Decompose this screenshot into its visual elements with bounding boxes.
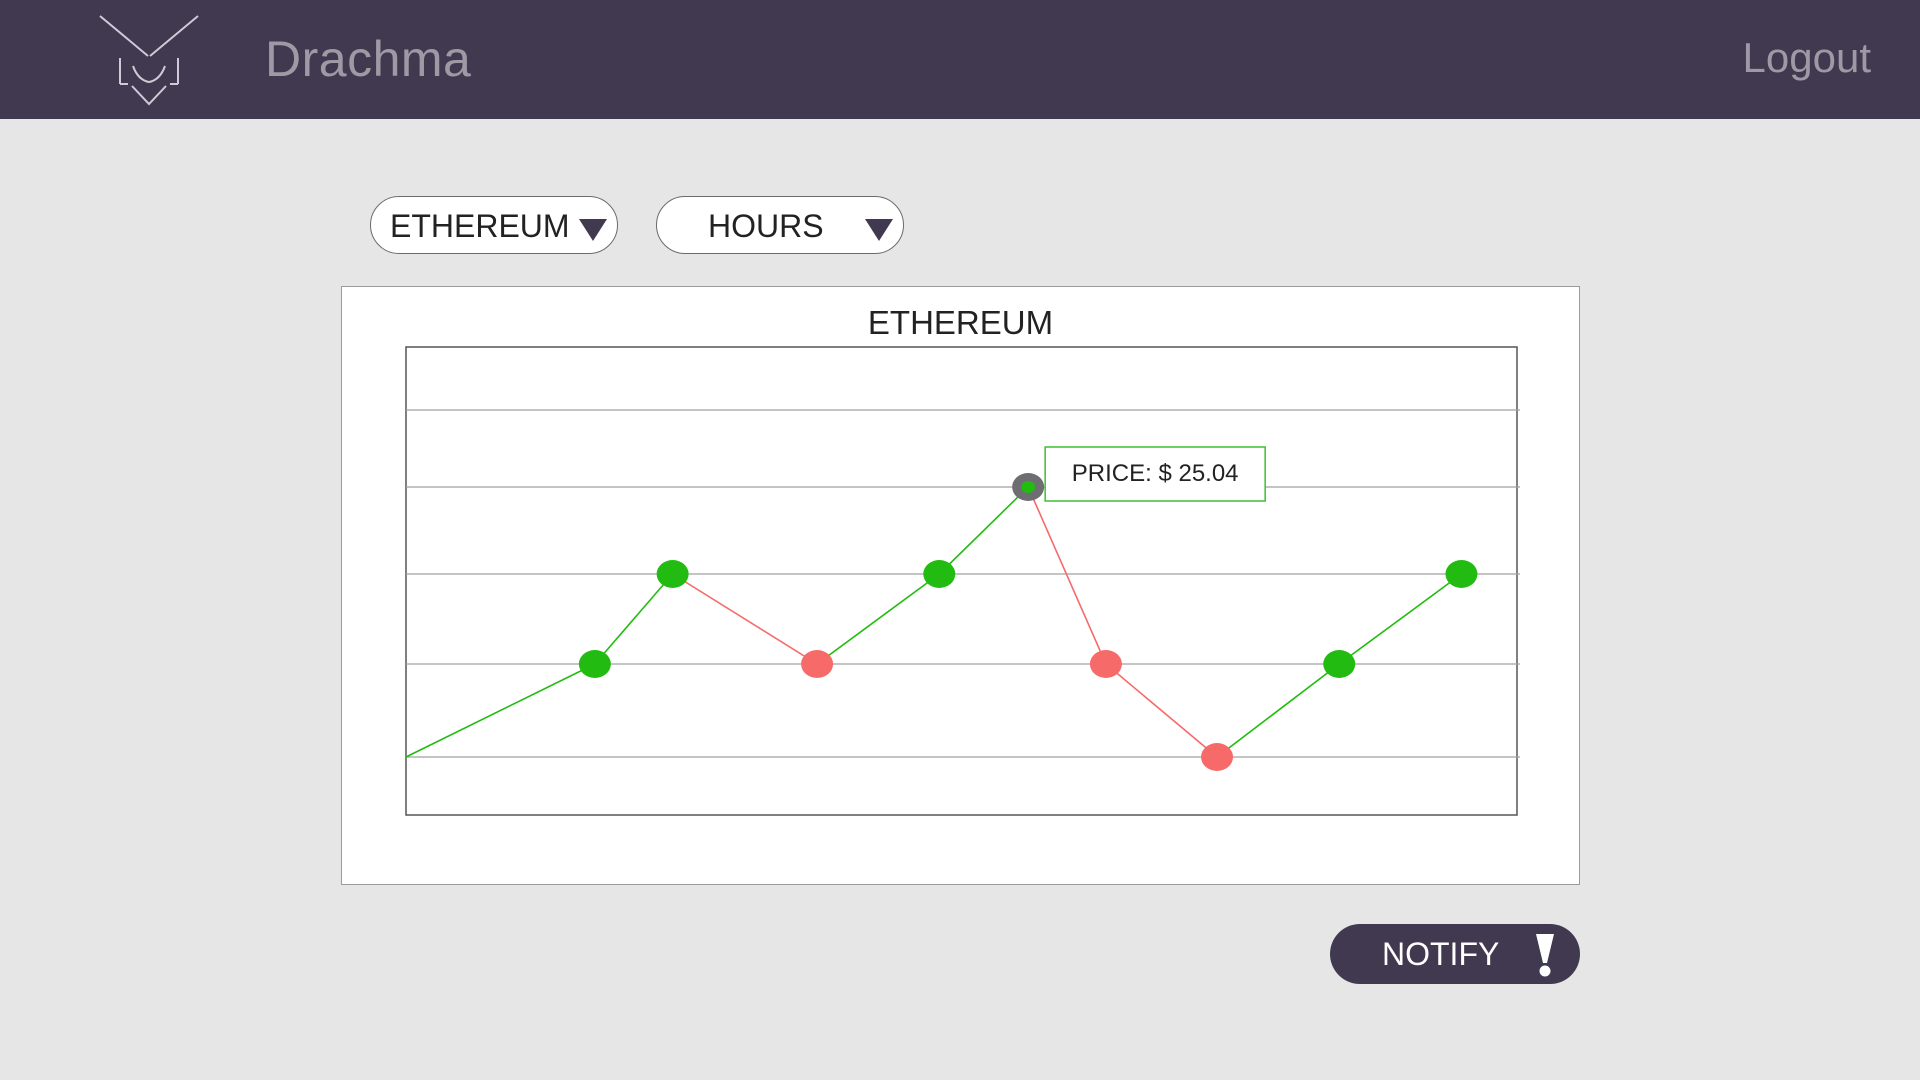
- logout-link[interactable]: Logout: [1743, 34, 1871, 82]
- price-chart: PRICE: $ 25.04: [405, 346, 1520, 816]
- price-chart-card: ETHEREUM PRICE: $ 25.04: [341, 286, 1580, 885]
- plot-area: [405, 346, 1518, 816]
- top-bar: Drachma Logout: [0, 0, 1920, 119]
- data-point: [801, 650, 834, 678]
- data-point: [578, 650, 611, 678]
- period-select-value: HOURS: [708, 208, 824, 244]
- price-tooltip-label: PRICE: $ 25.04: [1072, 460, 1239, 487]
- period-select[interactable]: HOURS: [656, 196, 904, 254]
- chevron-down-icon: [579, 219, 607, 241]
- notify-button-label: NOTIFY: [1382, 936, 1500, 972]
- chevron-down-icon: [865, 219, 893, 241]
- data-point: [1089, 650, 1122, 678]
- data-point: [1201, 743, 1234, 771]
- owl-logo-icon: [99, 15, 199, 106]
- coin-select-value: ETHEREUM: [390, 208, 570, 244]
- data-point: [1445, 560, 1478, 588]
- selected-point: [1021, 481, 1036, 493]
- data-point: [923, 560, 956, 588]
- app-brand: Drachma: [265, 31, 472, 87]
- data-point: [1323, 650, 1356, 678]
- data-point: [656, 560, 689, 588]
- notify-button[interactable]: NOTIFY: [1330, 924, 1580, 984]
- coin-select[interactable]: ETHEREUM: [370, 196, 618, 254]
- exclamation-icon: [1536, 934, 1554, 977]
